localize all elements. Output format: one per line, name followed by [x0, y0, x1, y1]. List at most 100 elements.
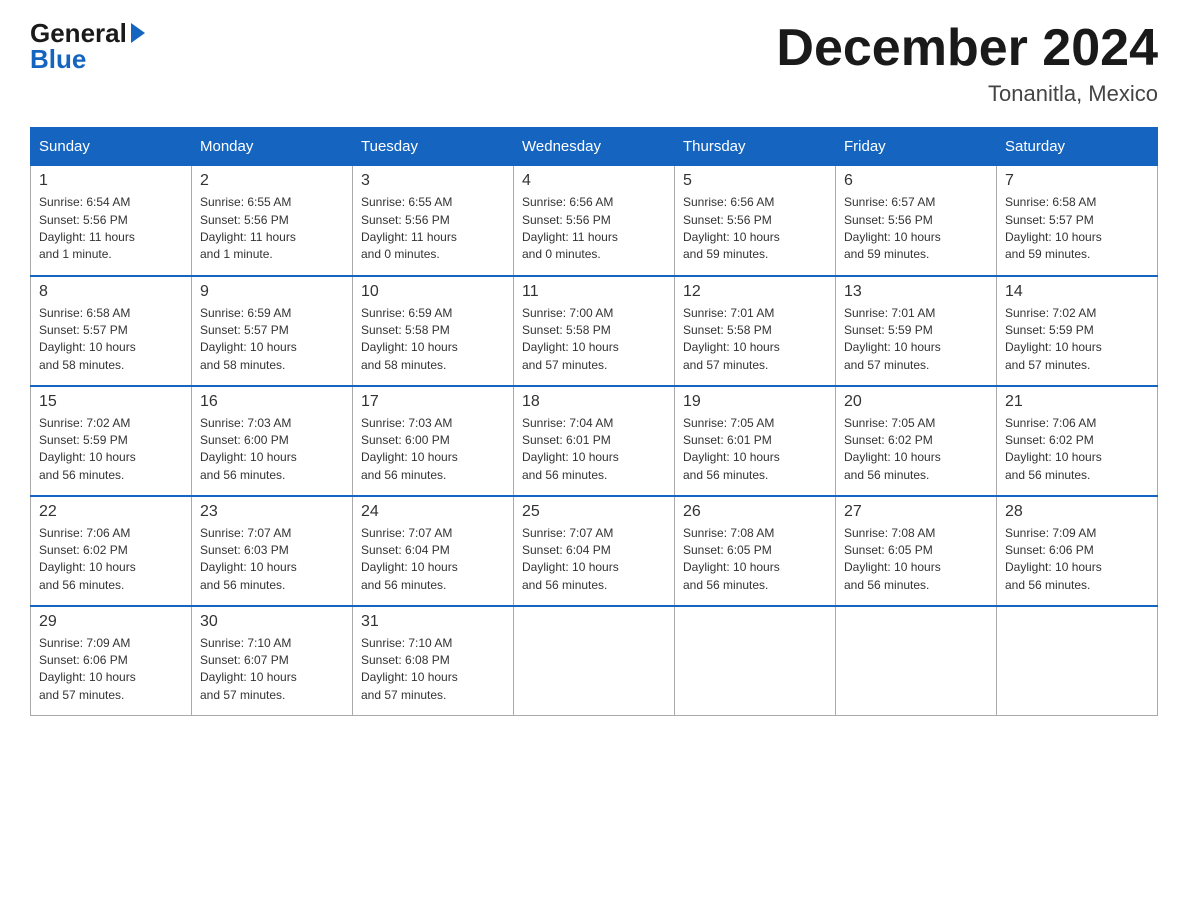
weekday-header-thursday: Thursday — [675, 128, 836, 166]
day-number: 30 — [200, 613, 344, 631]
day-info: Sunrise: 6:56 AMSunset: 5:56 PMDaylight:… — [683, 194, 827, 264]
day-info: Sunrise: 7:07 AMSunset: 6:04 PMDaylight:… — [522, 525, 666, 595]
day-info: Sunrise: 7:04 AMSunset: 6:01 PMDaylight:… — [522, 415, 666, 485]
day-number: 19 — [683, 393, 827, 411]
calendar-cell: 9 Sunrise: 6:59 AMSunset: 5:57 PMDayligh… — [192, 276, 353, 386]
calendar-cell: 20 Sunrise: 7:05 AMSunset: 6:02 PMDaylig… — [836, 386, 997, 496]
calendar-cell: 26 Sunrise: 7:08 AMSunset: 6:05 PMDaylig… — [675, 496, 836, 606]
month-title: December 2024 — [776, 20, 1158, 77]
day-info: Sunrise: 6:59 AMSunset: 5:58 PMDaylight:… — [361, 305, 505, 375]
day-number: 5 — [683, 172, 827, 190]
day-number: 23 — [200, 503, 344, 521]
calendar-cell: 29 Sunrise: 7:09 AMSunset: 6:06 PMDaylig… — [31, 606, 192, 716]
calendar-cell — [836, 606, 997, 716]
weekday-header-tuesday: Tuesday — [353, 128, 514, 166]
day-number: 6 — [844, 172, 988, 190]
calendar-cell: 30 Sunrise: 7:10 AMSunset: 6:07 PMDaylig… — [192, 606, 353, 716]
calendar-cell: 25 Sunrise: 7:07 AMSunset: 6:04 PMDaylig… — [514, 496, 675, 606]
calendar-cell: 11 Sunrise: 7:00 AMSunset: 5:58 PMDaylig… — [514, 276, 675, 386]
weekday-header-friday: Friday — [836, 128, 997, 166]
calendar-cell: 2 Sunrise: 6:55 AMSunset: 5:56 PMDayligh… — [192, 166, 353, 276]
day-number: 29 — [39, 613, 183, 631]
day-number: 22 — [39, 503, 183, 521]
calendar-cell: 6 Sunrise: 6:57 AMSunset: 5:56 PMDayligh… — [836, 166, 997, 276]
day-info: Sunrise: 6:54 AMSunset: 5:56 PMDaylight:… — [39, 194, 183, 264]
day-info: Sunrise: 7:05 AMSunset: 6:01 PMDaylight:… — [683, 415, 827, 485]
weekday-header-wednesday: Wednesday — [514, 128, 675, 166]
calendar-cell: 22 Sunrise: 7:06 AMSunset: 6:02 PMDaylig… — [31, 496, 192, 606]
logo-general: General — [30, 20, 145, 46]
day-info: Sunrise: 6:56 AMSunset: 5:56 PMDaylight:… — [522, 194, 666, 264]
calendar-cell: 3 Sunrise: 6:55 AMSunset: 5:56 PMDayligh… — [353, 166, 514, 276]
day-info: Sunrise: 7:07 AMSunset: 6:04 PMDaylight:… — [361, 525, 505, 595]
location: Tonanitla, Mexico — [776, 81, 1158, 107]
calendar-cell: 23 Sunrise: 7:07 AMSunset: 6:03 PMDaylig… — [192, 496, 353, 606]
calendar-cell: 19 Sunrise: 7:05 AMSunset: 6:01 PMDaylig… — [675, 386, 836, 496]
day-number: 8 — [39, 283, 183, 301]
calendar-cell: 24 Sunrise: 7:07 AMSunset: 6:04 PMDaylig… — [353, 496, 514, 606]
day-info: Sunrise: 6:55 AMSunset: 5:56 PMDaylight:… — [200, 194, 344, 264]
day-number: 20 — [844, 393, 988, 411]
calendar-cell: 31 Sunrise: 7:10 AMSunset: 6:08 PMDaylig… — [353, 606, 514, 716]
day-info: Sunrise: 6:58 AMSunset: 5:57 PMDaylight:… — [1005, 194, 1149, 264]
day-info: Sunrise: 6:57 AMSunset: 5:56 PMDaylight:… — [844, 194, 988, 264]
title-area: December 2024 Tonanitla, Mexico — [776, 20, 1158, 107]
day-number: 10 — [361, 283, 505, 301]
day-number: 15 — [39, 393, 183, 411]
day-number: 2 — [200, 172, 344, 190]
calendar-week-4: 22 Sunrise: 7:06 AMSunset: 6:02 PMDaylig… — [31, 496, 1158, 606]
calendar-cell: 17 Sunrise: 7:03 AMSunset: 6:00 PMDaylig… — [353, 386, 514, 496]
calendar-cell: 16 Sunrise: 7:03 AMSunset: 6:00 PMDaylig… — [192, 386, 353, 496]
calendar-week-1: 1 Sunrise: 6:54 AMSunset: 5:56 PMDayligh… — [31, 166, 1158, 276]
day-number: 21 — [1005, 393, 1149, 411]
day-number: 17 — [361, 393, 505, 411]
weekday-header-monday: Monday — [192, 128, 353, 166]
day-info: Sunrise: 7:06 AMSunset: 6:02 PMDaylight:… — [39, 525, 183, 595]
day-info: Sunrise: 7:06 AMSunset: 6:02 PMDaylight:… — [1005, 415, 1149, 485]
day-number: 18 — [522, 393, 666, 411]
calendar-cell: 1 Sunrise: 6:54 AMSunset: 5:56 PMDayligh… — [31, 166, 192, 276]
day-info: Sunrise: 6:59 AMSunset: 5:57 PMDaylight:… — [200, 305, 344, 375]
day-number: 11 — [522, 283, 666, 301]
logo-triangle-icon — [131, 23, 145, 43]
day-info: Sunrise: 7:02 AMSunset: 5:59 PMDaylight:… — [39, 415, 183, 485]
calendar-cell — [675, 606, 836, 716]
calendar-cell — [514, 606, 675, 716]
day-number: 16 — [200, 393, 344, 411]
day-info: Sunrise: 6:55 AMSunset: 5:56 PMDaylight:… — [361, 194, 505, 264]
day-info: Sunrise: 7:05 AMSunset: 6:02 PMDaylight:… — [844, 415, 988, 485]
day-info: Sunrise: 7:09 AMSunset: 6:06 PMDaylight:… — [39, 635, 183, 705]
day-number: 7 — [1005, 172, 1149, 190]
day-info: Sunrise: 7:10 AMSunset: 6:07 PMDaylight:… — [200, 635, 344, 705]
day-number: 31 — [361, 613, 505, 631]
calendar-cell: 5 Sunrise: 6:56 AMSunset: 5:56 PMDayligh… — [675, 166, 836, 276]
calendar-cell: 14 Sunrise: 7:02 AMSunset: 5:59 PMDaylig… — [997, 276, 1158, 386]
day-number: 1 — [39, 172, 183, 190]
day-number: 4 — [522, 172, 666, 190]
calendar-week-5: 29 Sunrise: 7:09 AMSunset: 6:06 PMDaylig… — [31, 606, 1158, 716]
day-info: Sunrise: 7:07 AMSunset: 6:03 PMDaylight:… — [200, 525, 344, 595]
calendar-cell: 21 Sunrise: 7:06 AMSunset: 6:02 PMDaylig… — [997, 386, 1158, 496]
calendar-cell: 4 Sunrise: 6:56 AMSunset: 5:56 PMDayligh… — [514, 166, 675, 276]
calendar-cell: 12 Sunrise: 7:01 AMSunset: 5:58 PMDaylig… — [675, 276, 836, 386]
calendar-table: SundayMondayTuesdayWednesdayThursdayFrid… — [30, 127, 1158, 716]
day-number: 27 — [844, 503, 988, 521]
logo-blue: Blue — [30, 46, 145, 72]
calendar-cell: 10 Sunrise: 6:59 AMSunset: 5:58 PMDaylig… — [353, 276, 514, 386]
day-info: Sunrise: 7:08 AMSunset: 6:05 PMDaylight:… — [844, 525, 988, 595]
calendar-cell: 18 Sunrise: 7:04 AMSunset: 6:01 PMDaylig… — [514, 386, 675, 496]
calendar-cell — [997, 606, 1158, 716]
day-number: 13 — [844, 283, 988, 301]
day-info: Sunrise: 6:58 AMSunset: 5:57 PMDaylight:… — [39, 305, 183, 375]
calendar-cell: 7 Sunrise: 6:58 AMSunset: 5:57 PMDayligh… — [997, 166, 1158, 276]
day-info: Sunrise: 7:03 AMSunset: 6:00 PMDaylight:… — [361, 415, 505, 485]
day-number: 28 — [1005, 503, 1149, 521]
day-info: Sunrise: 7:02 AMSunset: 5:59 PMDaylight:… — [1005, 305, 1149, 375]
day-info: Sunrise: 7:10 AMSunset: 6:08 PMDaylight:… — [361, 635, 505, 705]
calendar-cell: 13 Sunrise: 7:01 AMSunset: 5:59 PMDaylig… — [836, 276, 997, 386]
calendar-cell: 28 Sunrise: 7:09 AMSunset: 6:06 PMDaylig… — [997, 496, 1158, 606]
day-info: Sunrise: 7:09 AMSunset: 6:06 PMDaylight:… — [1005, 525, 1149, 595]
day-number: 12 — [683, 283, 827, 301]
day-number: 25 — [522, 503, 666, 521]
day-number: 14 — [1005, 283, 1149, 301]
